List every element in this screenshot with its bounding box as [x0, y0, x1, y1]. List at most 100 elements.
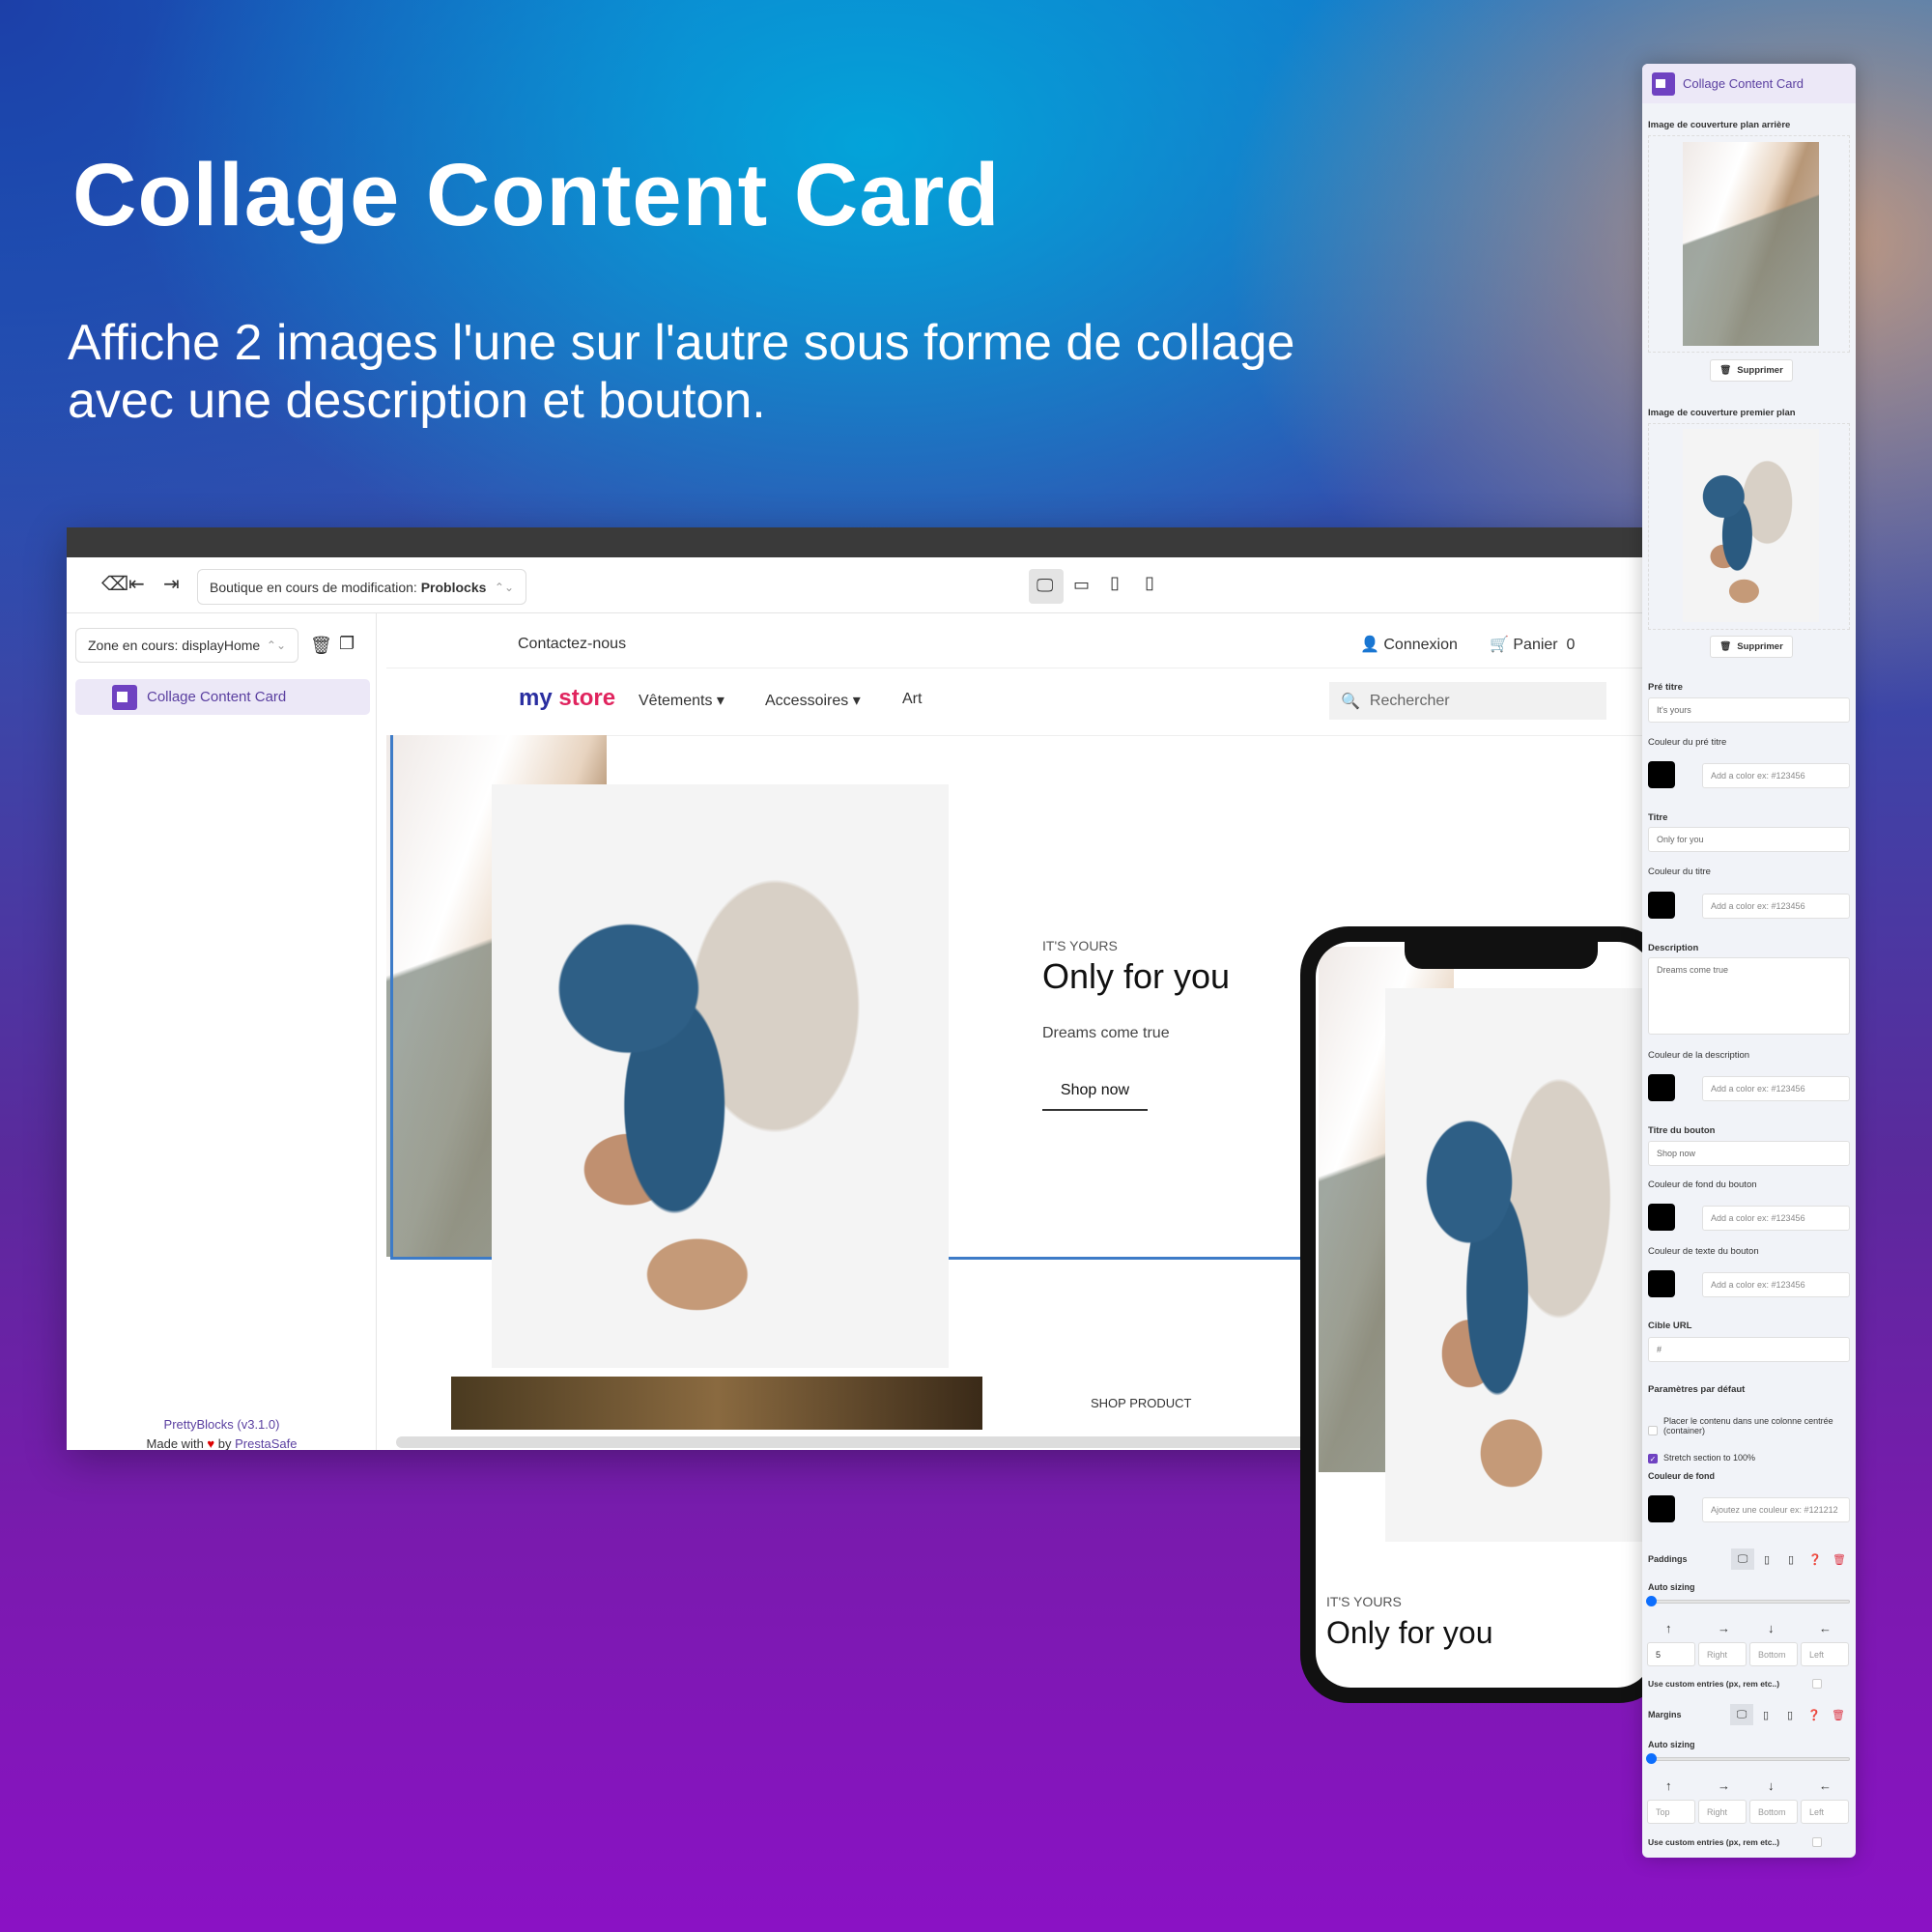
nav-vetements[interactable]: Vêtements ▾: [639, 691, 724, 710]
card-pretitle: IT'S YOURS: [1042, 938, 1118, 953]
phone-title: Only for you: [1326, 1615, 1493, 1650]
margin-top-input[interactable]: Top: [1647, 1800, 1695, 1824]
padding-left-input[interactable]: Left: [1801, 1642, 1849, 1666]
phone-pretitle: IT'S YOURS: [1326, 1594, 1402, 1609]
phone-screen: IT'S YOURS Only for you: [1316, 942, 1652, 1688]
custom-entries-label: Use custom entries (px, rem etc..): [1648, 1837, 1780, 1847]
panel-title: Collage Content Card: [1683, 76, 1804, 91]
trash-icon[interactable]: 🗑: [310, 637, 332, 654]
bg-color-swatch[interactable]: [1648, 1495, 1675, 1522]
margin-auto-sizing-slider[interactable]: [1646, 1753, 1850, 1764]
search-input[interactable]: 🔍 Rechercher: [1329, 682, 1606, 720]
sidebar-item-collage-content-card[interactable]: Collage Content Card: [75, 679, 370, 715]
store-logo[interactable]: my store: [519, 685, 615, 712]
help-icon[interactable]: ❓: [1804, 1548, 1827, 1570]
card-title: Only for you: [1042, 956, 1231, 996]
trash-icon: 🗑: [1719, 365, 1732, 376]
nav-art[interactable]: Art: [902, 691, 922, 708]
title-label: Titre: [1648, 812, 1668, 823]
paddings-label: Paddings: [1648, 1554, 1688, 1564]
description-color-label: Couleur de la description: [1648, 1050, 1750, 1061]
pretitle-input[interactable]: It's yours: [1648, 697, 1850, 723]
padding-top-input[interactable]: 5: [1647, 1642, 1695, 1666]
mobile-icon[interactable]: ▯: [1145, 574, 1154, 591]
stretch-checkbox[interactable]: ✓: [1648, 1454, 1658, 1463]
user-icon: 👤: [1360, 637, 1379, 653]
shop-select[interactable]: Boutique en cours de modification: Probl…: [197, 569, 526, 605]
pretitle-color-input[interactable]: Add a color ex: #123456: [1702, 763, 1850, 788]
sidebar: Zone en cours: displayHome ⌃⌄ 🗑 ❐ Collage…: [67, 613, 377, 1450]
front-image-preview[interactable]: [1683, 429, 1819, 622]
padding-right-input[interactable]: Right: [1698, 1642, 1747, 1666]
description-color-swatch[interactable]: [1648, 1074, 1675, 1101]
title-color-swatch[interactable]: [1648, 892, 1675, 919]
block-icon: [1652, 71, 1675, 96]
button-bg-color-input[interactable]: Add a color ex: #123456: [1702, 1206, 1850, 1231]
button-title-input[interactable]: Shop now: [1648, 1141, 1850, 1166]
url-input[interactable]: #: [1648, 1337, 1850, 1362]
settings-panel: Collage Content Card Image de couverture…: [1642, 64, 1856, 1858]
margin-right-input[interactable]: Right: [1698, 1800, 1747, 1824]
trash-icon[interactable]: 🗑: [1827, 1704, 1850, 1725]
tablet-icon[interactable]: ▯: [1755, 1548, 1778, 1570]
pretitle-label: Pré titre: [1648, 682, 1683, 693]
bg-color-input[interactable]: Ajoutez une couleur ex: #121212: [1702, 1497, 1850, 1522]
button-bg-color-swatch[interactable]: [1648, 1204, 1675, 1231]
desktop-icon[interactable]: 🖵: [1731, 1548, 1754, 1570]
close-editor-icon[interactable]: ⌫: [101, 575, 128, 594]
next-section-label: SHOP PRODUCT: [1091, 1396, 1192, 1410]
phone-mockup: IT'S YOURS Only for you: [1300, 926, 1667, 1703]
arrow-down-icon: ↓: [1768, 1621, 1775, 1635]
nav-accessoires[interactable]: Accessoires ▾: [765, 691, 861, 710]
padding-custom-entries-checkbox[interactable]: [1812, 1679, 1822, 1689]
tablet-icon[interactable]: ▯: [1754, 1704, 1777, 1725]
tablet-landscape-icon[interactable]: ▭: [1073, 576, 1090, 593]
copy-icon[interactable]: ❐: [339, 635, 355, 652]
url-label: Cible URL: [1648, 1321, 1692, 1331]
chevron-updown-icon: ⌃⌄: [266, 639, 286, 652]
zone-select-value: Zone en cours: displayHome: [88, 638, 261, 653]
footer-version: PrettyBlocks (v3.1.0): [163, 1417, 280, 1432]
search-icon: 🔍: [1341, 693, 1360, 710]
pretitle-color-swatch[interactable]: [1648, 761, 1675, 788]
arrow-up-icon: ↑: [1665, 1621, 1672, 1635]
login-icon[interactable]: ⇥: [163, 575, 180, 594]
title-color-input[interactable]: Add a color ex: #123456: [1702, 894, 1850, 919]
tablet-icon[interactable]: ▯: [1110, 574, 1120, 591]
delete-front-image-button[interactable]: 🗑 Supprimer: [1710, 636, 1793, 658]
margin-custom-entries-checkbox[interactable]: [1812, 1837, 1822, 1847]
button-text-color-label: Couleur de texte du bouton: [1648, 1246, 1759, 1257]
shop-select-value: Problocks: [420, 579, 487, 595]
padding-auto-sizing-slider[interactable]: [1646, 1596, 1850, 1606]
hero-subtitle-line: Affiche 2 images l'une sur l'autre sous …: [68, 315, 1295, 371]
mobile-icon[interactable]: ▯: [1779, 1548, 1803, 1570]
margins-label: Margins: [1648, 1710, 1682, 1719]
container-checkbox[interactable]: [1648, 1426, 1658, 1435]
login-link[interactable]: 👤 Connexion: [1360, 635, 1458, 654]
margin-bottom-input[interactable]: Bottom: [1749, 1800, 1798, 1824]
search-placeholder: Rechercher: [1369, 692, 1450, 709]
device-desktop-button[interactable]: 🖵: [1029, 569, 1064, 604]
desktop-icon[interactable]: 🖵: [1730, 1704, 1753, 1725]
help-icon[interactable]: ❓: [1803, 1704, 1826, 1725]
logout-icon[interactable]: ⇤: [128, 575, 145, 594]
title-input[interactable]: Only for you: [1648, 827, 1850, 852]
zone-select[interactable]: Zone en cours: displayHome ⌃⌄: [75, 628, 298, 663]
button-bg-color-label: Couleur de fond du bouton: [1648, 1179, 1757, 1190]
button-text-color-swatch[interactable]: [1648, 1270, 1675, 1297]
mobile-icon[interactable]: ▯: [1778, 1704, 1802, 1725]
cart-link[interactable]: 🛒 Panier 0: [1490, 635, 1575, 654]
padding-bottom-input[interactable]: Bottom: [1749, 1642, 1798, 1666]
description-color-input[interactable]: Add a color ex: #123456: [1702, 1076, 1850, 1101]
back-image-preview[interactable]: [1683, 142, 1819, 346]
title-color-label: Couleur du titre: [1648, 867, 1711, 877]
auto-sizing-label: Auto sizing: [1648, 1740, 1695, 1749]
margin-left-input[interactable]: Left: [1801, 1800, 1849, 1824]
button-text-color-input[interactable]: Add a color ex: #123456: [1702, 1272, 1850, 1297]
author-link[interactable]: PrestaSafe: [235, 1436, 297, 1450]
trash-icon[interactable]: 🗑: [1828, 1548, 1851, 1570]
contact-link[interactable]: Contactez-nous: [518, 636, 626, 653]
delete-back-image-button[interactable]: 🗑 Supprimer: [1710, 359, 1793, 382]
description-textarea[interactable]: Dreams come true: [1648, 957, 1850, 1035]
shop-now-button[interactable]: Shop now: [1042, 1082, 1148, 1111]
